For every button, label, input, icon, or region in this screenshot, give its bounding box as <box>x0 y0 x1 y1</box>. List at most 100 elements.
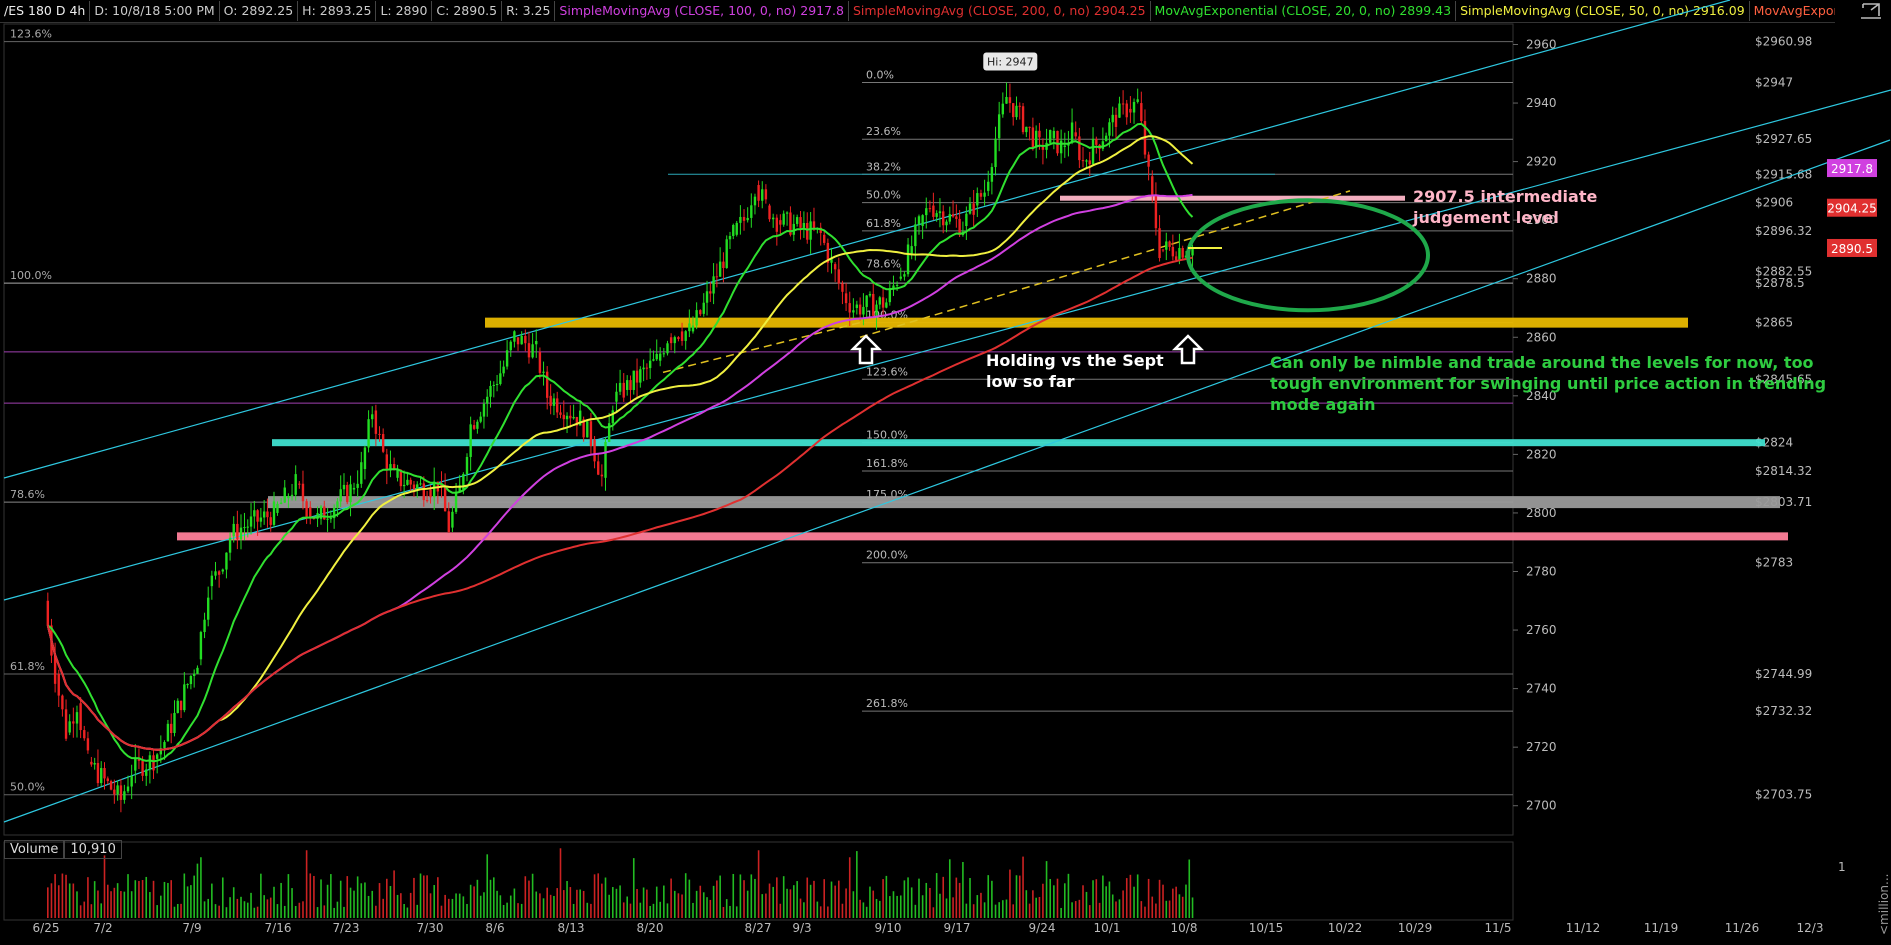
volume-bar <box>991 880 993 918</box>
candle-body <box>352 487 356 490</box>
volume-bar <box>692 902 694 918</box>
candle-body <box>938 211 942 214</box>
candle-body <box>559 412 562 415</box>
y-tick-label: 2940 <box>1526 96 1557 110</box>
volume-bar <box>1071 902 1073 918</box>
candle-body <box>761 189 764 201</box>
judgement-annotation: 2907.5 intermediate judgement level <box>1413 186 1597 228</box>
candle-body <box>103 768 106 779</box>
candle-body <box>709 291 712 294</box>
candle-body <box>378 433 381 435</box>
candle-body <box>556 398 559 413</box>
volume-bar <box>294 905 297 918</box>
volume-bar <box>632 858 635 918</box>
volume-bar <box>1129 874 1132 918</box>
volume-bar <box>263 895 265 918</box>
candle-body <box>416 484 419 490</box>
volume-bar <box>76 891 78 918</box>
fib-small-label: 0.0% <box>866 69 894 82</box>
volume-bar <box>652 903 655 918</box>
sept-low-band <box>485 317 1688 328</box>
candle-body <box>976 193 979 206</box>
2792-band <box>177 532 1788 541</box>
candle-body <box>764 189 768 200</box>
volume-bar <box>145 876 148 918</box>
volume-bar <box>336 901 339 918</box>
candle-body <box>997 114 1001 139</box>
volume-bar <box>725 899 728 918</box>
volume-bar <box>403 904 405 918</box>
volume-bar <box>962 862 964 918</box>
x-tick-label: 6/25 <box>33 921 60 935</box>
nimble-line2: tough environment for swinging until pri… <box>1270 374 1827 393</box>
candle-body <box>83 730 86 739</box>
candle-body <box>259 517 263 522</box>
candle-body <box>134 757 137 771</box>
candle-body <box>593 439 596 462</box>
volume-bar <box>1181 896 1184 918</box>
candle-body <box>148 755 152 770</box>
candle-body <box>881 297 885 308</box>
candle-body <box>1049 129 1052 143</box>
volume-bar <box>419 873 422 918</box>
candle-body <box>705 291 709 303</box>
volume-bar <box>1122 890 1124 918</box>
candle-body <box>972 203 975 215</box>
candle-body <box>1056 130 1059 154</box>
candle-body <box>166 723 170 742</box>
candle-body <box>742 216 746 221</box>
candle-body <box>652 359 655 361</box>
candle-body <box>1104 135 1108 142</box>
2803-band <box>268 496 1780 509</box>
volume-bar <box>106 884 109 918</box>
volume-bar <box>273 886 275 918</box>
volume-bar <box>1185 884 1187 918</box>
volume-bar <box>466 903 468 918</box>
volume-bar <box>834 885 836 918</box>
candle-body <box>658 353 662 361</box>
volume-bar <box>629 903 632 918</box>
volume-bar <box>186 886 189 918</box>
candle-body <box>363 447 367 470</box>
candle-body <box>895 284 899 286</box>
volume-bars <box>47 848 1194 918</box>
candle-body <box>862 306 865 315</box>
volume-bar <box>806 877 809 918</box>
y-tick-label: 2780 <box>1526 564 1557 578</box>
candle-body <box>589 421 593 447</box>
holding-annotation: Holding vs the Sept low so far <box>986 350 1164 392</box>
volume-bar <box>423 875 425 918</box>
price-level-label: $2896.32 <box>1755 224 1812 238</box>
candle-body <box>695 310 698 326</box>
price-chart[interactable]: 2700272027402760278028002820284028602880… <box>0 0 1891 945</box>
volume-bar <box>1155 903 1157 918</box>
candle-body <box>349 484 352 503</box>
candle-body <box>443 486 447 512</box>
volume-bar <box>110 891 112 918</box>
axis-badge-label: 2890.5 <box>1831 242 1873 256</box>
candle-body <box>688 323 691 332</box>
candle-body <box>256 510 259 522</box>
candle-body <box>266 511 269 518</box>
candle-body <box>662 353 666 355</box>
volume-bar <box>47 887 49 918</box>
volume-bar <box>803 902 805 918</box>
volume-bar <box>1032 890 1034 918</box>
price-level-label: $2783 <box>1755 556 1793 570</box>
volume-bar <box>1005 899 1008 918</box>
candle-body <box>928 208 932 210</box>
volume-bar <box>79 905 82 918</box>
y-tick-label: 2760 <box>1526 623 1557 637</box>
candle-body <box>597 461 600 475</box>
volume-bar <box>862 902 865 918</box>
candle-body <box>336 501 339 508</box>
volume-bar <box>722 906 725 918</box>
candle-body <box>183 684 186 711</box>
volume-bar <box>280 882 282 918</box>
volume-bar <box>309 873 312 918</box>
volume-bar <box>779 903 782 918</box>
volume-bar <box>914 904 917 918</box>
channel-line <box>3 139 1891 823</box>
candle-body <box>699 310 702 315</box>
candle-body <box>921 215 924 227</box>
